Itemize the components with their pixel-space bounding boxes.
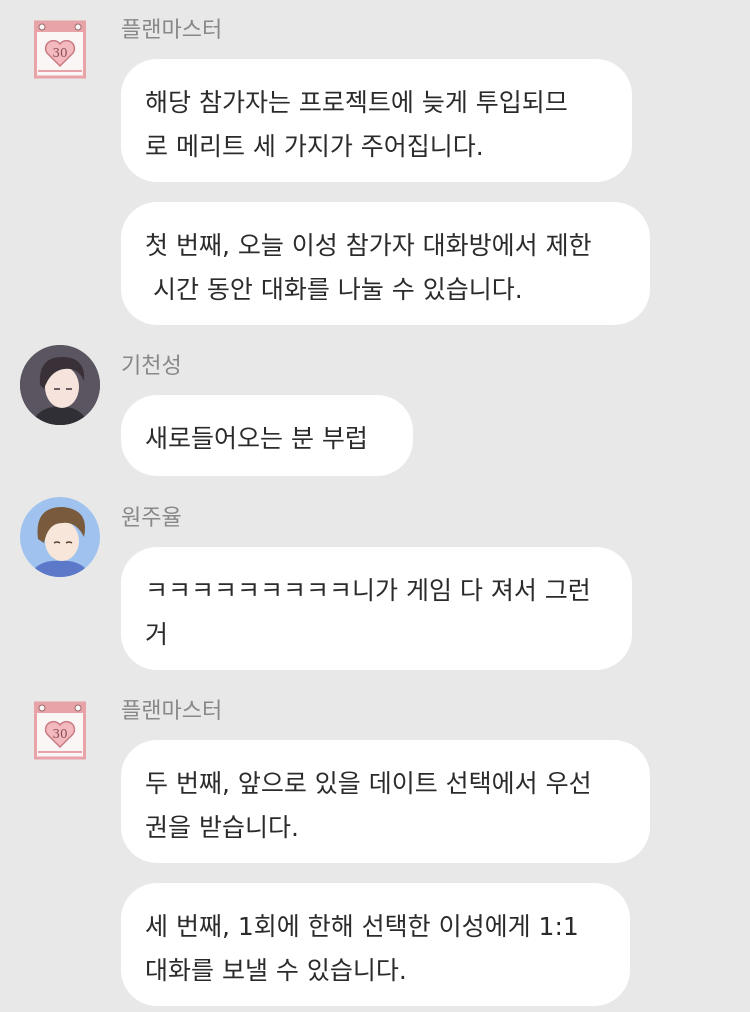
svg-text:30: 30 — [52, 727, 67, 741]
sender-name: 플랜마스터 — [121, 18, 223, 43]
message-bubble[interactable]: 첫 번째, 오늘 이성 참가자 대화방에서 제한 시간 동안 대화를 나눌 수 … — [121, 202, 650, 325]
svg-text:30: 30 — [52, 46, 67, 60]
message-bubble[interactable]: 새로들어오는 분 부럽 — [121, 395, 413, 476]
message-bubble[interactable]: 해당 참가자는 프로젝트에 늦게 투입되므 로 메리트 세 가지가 주어집니다. — [121, 59, 632, 182]
sender-name: 기천성 — [121, 354, 182, 379]
message-bubble[interactable]: 두 번째, 앞으로 있을 데이트 선택에서 우선 권을 받습니다. — [121, 740, 650, 863]
sender-name: 플랜마스터 — [121, 699, 223, 724]
user-avatar[interactable] — [20, 497, 100, 577]
calendar-heart-icon: 30 — [34, 700, 86, 764]
sender-name: 원주율 — [121, 506, 182, 531]
message-bubble[interactable]: ㅋㅋㅋㅋㅋㅋㅋㅋㅋ니가 게임 다 져서 그런 거 — [121, 547, 632, 670]
message-bubble[interactable]: 세 번째, 1회에 한해 선택한 이성에게 1:1 대화를 보낼 수 있습니다. — [121, 883, 630, 1006]
user-avatar[interactable] — [20, 345, 100, 425]
calendar-heart-icon: 30 — [34, 19, 86, 83]
